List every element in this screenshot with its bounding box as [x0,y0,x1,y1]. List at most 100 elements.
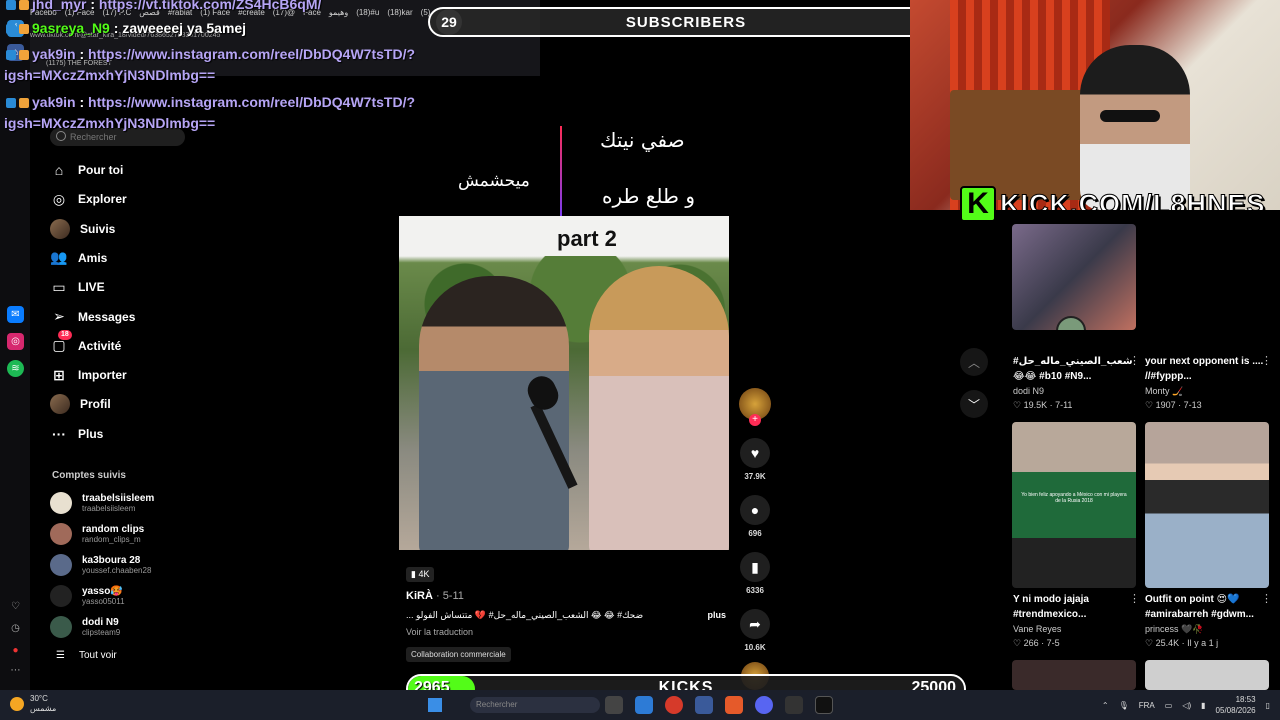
sidebar-item-activité[interactable]: ▢ 18 Activité [50,329,121,358]
sidebar-item-label: Pour toi [78,163,124,177]
app-icon[interactable] [695,696,713,714]
more-link[interactable]: plus [707,610,726,621]
creator-avatar[interactable]: + [739,388,771,426]
chat-link[interactable]: https://www.instagram.com/reel/DbDQ4W7ts… [88,94,415,110]
chat-message: yak9in : https://www.instagram.com/reel/… [6,94,415,110]
sidebar-item-pour-toi[interactable]: ⌂ Pour toi [50,158,124,182]
like-button[interactable]: ♥ [740,438,770,468]
video-card-author[interactable]: princess 🖤🥀 [1145,624,1203,635]
edge-icon[interactable] [635,696,653,714]
sidebar-item-explorer[interactable]: ◎ Explorer [50,187,127,211]
video-thumbnail[interactable] [1145,422,1269,588]
video-card-title[interactable]: Y ni modo jajaja #trendmexico... [1013,592,1133,622]
chat-link[interactable]: https://vt.tiktok.com/ZS4HcB6qM/ [99,0,321,12]
video-thumbnail[interactable] [1012,660,1136,690]
weather-desc: مشمس [30,704,57,713]
collab-badge: Collaboration commerciale [406,647,511,662]
video-card-title[interactable]: #شعب_الصيني_ماله_حل 😂😂 #b10 #N9... [1013,354,1133,384]
sidebar-item-label: Amis [78,250,108,265]
more-options-icon[interactable]: ⋮ [1129,592,1140,605]
sidebar-item-amis[interactable]: 👥 Amis [50,246,107,270]
upload-icon: ⊞ [53,366,65,383]
chat-link[interactable]: https://www.instagram.com/reel/DbDQ4W7ts… [88,46,415,62]
following-item[interactable]: yasso🥵 yasso05011 [50,585,125,607]
following-avatar-icon [50,218,70,239]
record-icon[interactable]: ● [7,642,24,659]
discord-icon[interactable] [755,696,773,714]
clock[interactable]: 18:53 05/08/2026 [1216,694,1256,716]
translate-link[interactable]: Voir la traduction [406,627,726,637]
video-card-title[interactable]: your next opponent is .... //#fyppp... [1145,354,1265,384]
taskbar-search[interactable]: Rechercher [470,697,600,713]
video-card-author[interactable]: Monty 🏒 [1145,386,1183,397]
save-button[interactable]: ▮ [740,552,770,582]
weather-widget[interactable]: 30°C مشمس [10,694,56,714]
volume-icon[interactable]: ◁) [1182,701,1191,710]
sidebar-item-plus[interactable]: ··· Plus [50,422,103,446]
previous-video-button[interactable]: ︿ [960,348,988,376]
opera-icon[interactable] [665,696,683,714]
more-options-icon[interactable]: ⋮ [1261,354,1272,367]
bookmark-icon: ▮ [751,558,759,575]
like-count: 37.9K [744,472,766,481]
avatar[interactable] [50,492,72,514]
sidebar-item-profil[interactable]: Profil [50,392,111,416]
video-thumbnail[interactable]: Yo bien feliz apoyando a México con mi p… [1012,422,1136,588]
brave-icon[interactable] [725,696,743,714]
instagram-icon[interactable]: ◎ [7,333,24,350]
following-item[interactable]: random clips random_clips_m [50,523,144,545]
sidebar-item-importer[interactable]: ⊞ Importer [50,363,127,387]
more-icon[interactable]: ⋯ [7,662,24,679]
video-card-title[interactable]: Outfit on point 😍💙 #amirabarreh #gdwm... [1145,592,1265,622]
creator-avatar[interactable] [1056,316,1086,330]
windows-start-icon[interactable] [428,698,442,712]
task-view-icon[interactable] [605,696,623,714]
sidebar-item-messages[interactable]: ➢ Messages [50,305,135,329]
profile-avatar-icon [50,394,70,415]
next-video-button[interactable]: ﹀ [960,390,988,418]
history-icon[interactable]: ◷ [7,620,24,637]
chevron-up-icon[interactable]: ⌃ [1102,701,1109,710]
more-options-icon[interactable]: ⋮ [1129,354,1140,367]
avatar[interactable] [50,616,72,638]
spotify-icon[interactable]: ≋ [7,360,24,377]
share-icon: ➦ [749,615,761,632]
language-indicator[interactable]: FRA [1139,701,1155,710]
avatar[interactable] [50,585,72,607]
following-item[interactable]: dodi N9 clipsteam9 [50,616,120,638]
avatar[interactable] [50,523,72,545]
follow-plus-icon[interactable]: + [749,414,761,426]
video-player[interactable]: part 2 [399,216,729,550]
network-icon[interactable]: ▭ [1165,701,1173,710]
author-name[interactable]: KiRÀ [406,590,433,602]
following-item[interactable]: traabelsiisleem traabelsiisleem [50,492,154,514]
favorites-icon[interactable]: ♡ [7,598,24,615]
sidebar-item-suivis[interactable]: Suivis [50,217,115,241]
list-icon: ☰ [56,650,65,661]
subscribers-goal-bar: 29 SUBSCRIBERS 50 [428,7,944,37]
search-icon [56,131,66,141]
share-button[interactable]: ➦ [740,609,770,639]
browser-tab[interactable]: (18)kar [387,8,412,17]
chat-message-continued[interactable]: igsh=MXczZmxhYjN3NDlmbg== [4,115,215,131]
sidebar-item-live[interactable]: ▭ LIVE [50,275,104,299]
following-item[interactable]: ka3boura 28 youssef.chaaben28 [50,554,151,576]
video-thumbnail[interactable] [1145,660,1269,690]
comment-button[interactable]: ● [740,495,770,525]
see-all-link[interactable]: ☰ Tout voir [56,650,117,661]
video-card-author[interactable]: dodi N9 [1013,386,1044,396]
more-options-icon[interactable]: ⋮ [1261,592,1272,605]
messenger-icon[interactable]: ✉ [7,306,24,323]
microphone-icon[interactable]: 🎙 [1119,701,1129,710]
video-thumbnail[interactable] [1012,224,1136,330]
obs-icon[interactable] [785,696,803,714]
avatar[interactable] [50,554,72,576]
notifications-icon[interactable]: ▯ [1266,701,1270,710]
video-card-author[interactable]: Vane Reyes [1013,624,1061,634]
capcut-icon[interactable] [815,696,833,714]
chat-message-continued[interactable]: igsh=MXczZmxhYjN3NDlmbg== [4,67,215,83]
battery-icon[interactable]: ▮ [1201,701,1205,710]
browser-tab[interactable]: (18)#u [356,8,379,17]
browser-tab[interactable]: وهيمو [329,8,348,17]
author-line[interactable]: KiRÀ · 5-11 [406,590,726,602]
